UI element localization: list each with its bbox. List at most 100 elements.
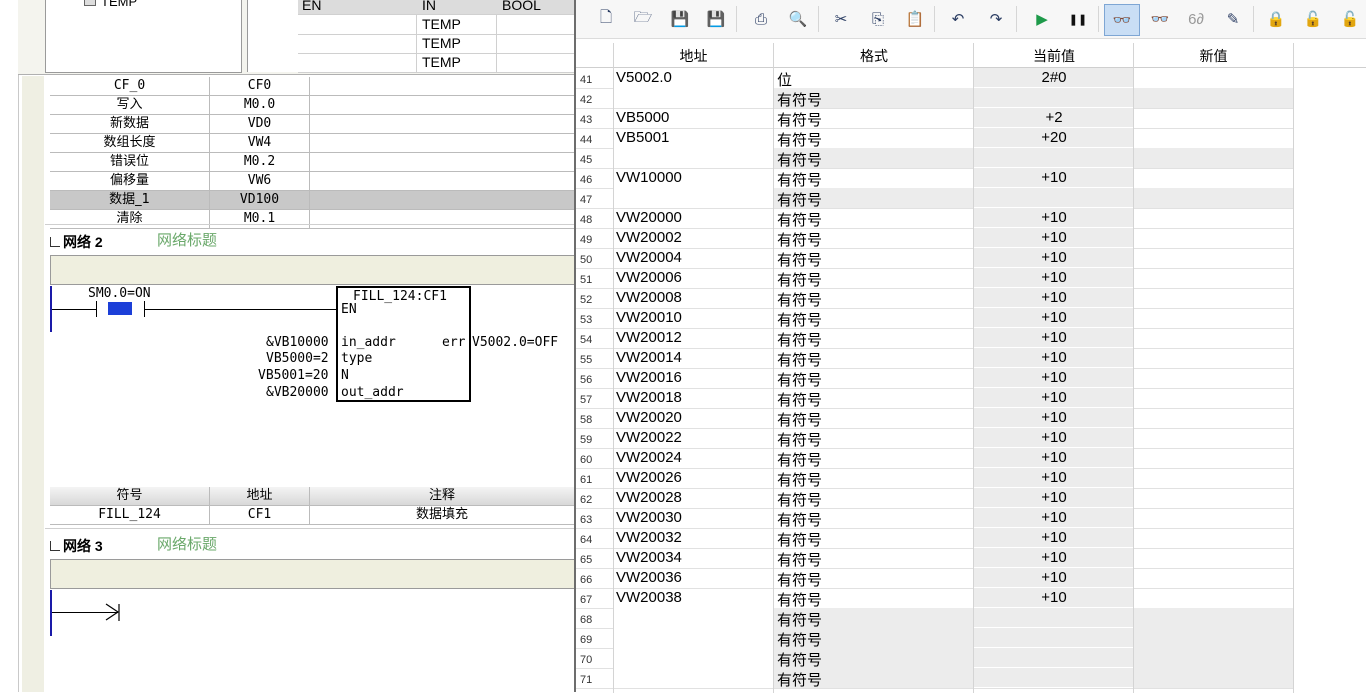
address-cell[interactable]: VW20014 <box>616 349 682 366</box>
new-value-cell[interactable] <box>1134 168 1293 188</box>
header-current-value[interactable]: 当前值 <box>974 46 1134 66</box>
status-chart-row[interactable]: 70 有符号 <box>576 648 1293 669</box>
new-value-cell[interactable] <box>1134 408 1293 428</box>
format-cell[interactable]: 有符号 <box>777 169 822 190</box>
format-cell[interactable]: 有符号 <box>777 589 822 610</box>
format-cell[interactable]: 有符号 <box>777 389 822 410</box>
status-chart-row[interactable]: 51 VW20006 有符号 +10 <box>576 268 1293 289</box>
address-cell[interactable]: VW10000 <box>616 169 682 186</box>
status-chart-row[interactable]: 49 VW20002 有符号 +10 <box>576 228 1293 249</box>
status-chart-row[interactable]: 69 有符号 <box>576 628 1293 649</box>
new-value-cell[interactable] <box>1134 248 1293 268</box>
paste-icon[interactable]: 📋 <box>905 9 925 29</box>
open-folder-icon[interactable]: 🗁 <box>633 9 653 29</box>
print-icon[interactable]: ⎙ <box>751 9 771 29</box>
contact-energized-indicator[interactable] <box>108 302 132 315</box>
format-cell[interactable]: 有符号 <box>777 669 822 690</box>
status-chart-row[interactable]: 71 有符号 <box>576 668 1293 689</box>
save-all-icon[interactable]: 💾 <box>706 9 726 29</box>
new-value-cell[interactable] <box>1134 528 1293 548</box>
new-value-cell[interactable] <box>1134 268 1293 288</box>
symbol-row[interactable]: 写入 M0.0 <box>50 96 574 115</box>
format-cell[interactable]: 有符号 <box>777 229 822 250</box>
new-value-cell[interactable] <box>1134 468 1293 488</box>
new-value-cell[interactable] <box>1134 648 1293 668</box>
status-chart-row[interactable]: 66 VW20036 有符号 +10 <box>576 568 1293 589</box>
status-chart-row[interactable]: 50 VW20004 有符号 +10 <box>576 248 1293 269</box>
format-cell[interactable]: 有符号 <box>777 629 822 650</box>
address-cell[interactable]: VW20008 <box>616 289 682 306</box>
current-value-cell[interactable] <box>974 188 1134 207</box>
current-value-cell[interactable] <box>974 148 1134 167</box>
current-value-cell[interactable] <box>974 668 1134 687</box>
print-preview-icon[interactable]: 🔍 <box>788 9 808 29</box>
header-address[interactable]: 地址 <box>614 46 773 66</box>
unlock-icon[interactable]: 🔓 <box>1303 9 1323 29</box>
symbol-row[interactable]: 偏移量 VW6 <box>50 172 574 191</box>
symbol-row[interactable]: 数组长度 VW4 <box>50 134 574 153</box>
redo-icon[interactable]: ↷ <box>986 9 1006 29</box>
trend-pen-icon[interactable]: ✎ <box>1223 9 1243 29</box>
address-cell[interactable]: VW20006 <box>616 269 682 286</box>
status-chart-row[interactable]: 64 VW20032 有符号 +10 <box>576 528 1293 549</box>
format-cell[interactable]: 有符号 <box>777 409 822 430</box>
status-chart-row[interactable]: 45 有符号 <box>576 148 1293 169</box>
current-value-cell[interactable]: +10 <box>974 168 1134 187</box>
address-cell[interactable]: VW20036 <box>616 569 682 586</box>
address-cell[interactable]: VW20022 <box>616 429 682 446</box>
current-value-cell[interactable]: +10 <box>974 508 1134 527</box>
new-value-cell[interactable] <box>1134 608 1293 628</box>
status-chart-row[interactable]: 56 VW20016 有符号 +10 <box>576 368 1293 389</box>
new-value-cell[interactable] <box>1134 628 1293 648</box>
current-value-cell[interactable]: +10 <box>974 588 1134 607</box>
new-value-cell[interactable] <box>1134 308 1293 328</box>
current-value-cell[interactable]: +10 <box>974 268 1134 287</box>
new-value-cell[interactable] <box>1134 568 1293 588</box>
pause-icon[interactable]: ❚❚ <box>1068 9 1088 29</box>
status-chart-row[interactable]: 59 VW20022 有符号 +10 <box>576 428 1293 449</box>
status-chart-row[interactable]: 55 VW20014 有符号 +10 <box>576 348 1293 369</box>
status-chart-row[interactable]: 43 VB5000 有符号 +2 <box>576 108 1293 129</box>
status-chart-pane[interactable]: 🗋 🗁 💾 💾 ⎙ 🔍 ✂ ⎘ 📋 ↶ ↷ ▶ ❚❚ 👓 👓 6∂ ✎ 🔒 🔓 … <box>574 0 1366 693</box>
address-cell[interactable]: VW20026 <box>616 469 682 486</box>
current-value-cell[interactable]: +10 <box>974 408 1134 427</box>
lock-icon[interactable]: 🔒 <box>1266 9 1286 29</box>
new-value-cell[interactable] <box>1134 328 1293 348</box>
address-cell[interactable]: VW20000 <box>616 209 682 226</box>
format-cell[interactable]: 有符号 <box>777 249 822 270</box>
network-2-label[interactable]: 网络 2 <box>50 232 103 252</box>
status-chart-row[interactable]: 65 VW20034 有符号 +10 <box>576 548 1293 569</box>
network-3-comment[interactable] <box>50 559 574 589</box>
address-cell[interactable]: VW20010 <box>616 309 682 326</box>
network-3-title[interactable]: 网络标题 <box>157 533 217 554</box>
format-cell[interactable]: 有符号 <box>777 429 822 450</box>
current-value-cell[interactable]: +10 <box>974 428 1134 447</box>
format-cell[interactable]: 有符号 <box>777 109 822 130</box>
current-value-cell[interactable] <box>974 608 1134 627</box>
status-chart-row[interactable]: 60 VW20024 有符号 +10 <box>576 448 1293 469</box>
current-value-cell[interactable] <box>974 628 1134 647</box>
status-chart-row[interactable]: 67 VW20038 有符号 +10 <box>576 588 1293 609</box>
current-value-cell[interactable]: +10 <box>974 528 1134 547</box>
address-cell[interactable]: VW20030 <box>616 509 682 526</box>
address-cell[interactable]: VW20002 <box>616 229 682 246</box>
address-cell[interactable]: VW20038 <box>616 589 682 606</box>
new-value-cell[interactable] <box>1134 208 1293 228</box>
format-cell[interactable]: 有符号 <box>777 269 822 290</box>
status-chart-row[interactable]: 41 V5002.0 位 2#0 <box>576 68 1293 89</box>
address-cell[interactable]: VW20018 <box>616 389 682 406</box>
new-value-cell[interactable] <box>1134 368 1293 388</box>
current-value-cell[interactable]: +10 <box>974 368 1134 387</box>
network-2-comment[interactable] <box>50 255 574 285</box>
chart-status-icon[interactable]: 👓 <box>1104 4 1140 36</box>
collapse-icon[interactable] <box>50 541 60 551</box>
unlock-all-icon[interactable]: 🔓 <box>1340 9 1360 29</box>
format-cell[interactable]: 有符号 <box>777 469 822 490</box>
network-3-label[interactable]: 网络 3 <box>50 536 103 556</box>
address-cell[interactable]: V5002.0 <box>616 69 672 86</box>
current-value-cell[interactable]: +2 <box>974 108 1134 127</box>
new-value-cell[interactable] <box>1134 128 1293 148</box>
run-icon[interactable]: ▶ <box>1032 9 1052 29</box>
collapse-icon[interactable] <box>50 237 60 247</box>
status-chart-row[interactable]: 58 VW20020 有符号 +10 <box>576 408 1293 429</box>
